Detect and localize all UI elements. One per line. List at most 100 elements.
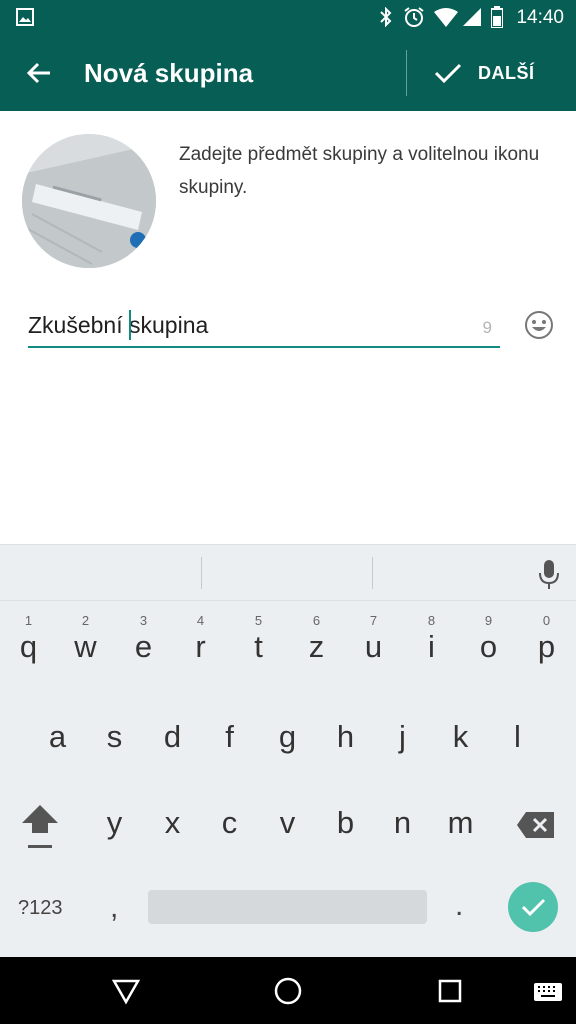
key-label: r	[195, 629, 206, 664]
key-label: p	[537, 629, 556, 664]
key-label: g	[278, 719, 297, 754]
group-icon-photo	[22, 134, 156, 268]
emoji-icon[interactable]	[524, 310, 554, 340]
group-name-value[interactable]: Zkušební skupina	[28, 312, 208, 339]
alarm-icon	[404, 7, 424, 27]
key-j[interactable]: j	[374, 687, 431, 767]
back-triangle-icon[interactable]	[110, 975, 142, 1007]
key-e[interactable]: 3e	[115, 601, 172, 681]
key-label: k	[452, 719, 469, 754]
key-q[interactable]: 1q	[0, 601, 57, 681]
key-label: a	[48, 719, 67, 754]
app-bar-divider	[406, 50, 407, 96]
key-x[interactable]: x	[144, 773, 201, 853]
period-key[interactable]: .	[455, 889, 463, 923]
signal-icon	[463, 8, 481, 26]
symbols-key[interactable]: ?123	[18, 897, 63, 920]
key-label: m	[447, 805, 474, 840]
checkmark-icon	[521, 898, 546, 917]
key-m[interactable]: m	[432, 773, 489, 853]
group-name-input[interactable]: Zkušební skupina 9	[28, 308, 500, 348]
wifi-icon	[434, 8, 458, 27]
key-label: s	[106, 719, 123, 754]
app-bar: Nová skupina DALŠÍ	[0, 34, 576, 111]
key-label: o	[479, 629, 498, 664]
next-button-label: DALŠÍ	[478, 62, 535, 83]
key-hint: 8	[427, 613, 436, 628]
space-bar[interactable]	[148, 890, 427, 924]
key-label: f	[225, 719, 234, 754]
key-h[interactable]: h	[317, 687, 374, 767]
key-area: 1q 2w 3e 4r 5t 6z 7u 8i 9o 0p a s d f g …	[0, 600, 576, 958]
key-hint: 4	[196, 613, 205, 628]
key-label: l	[514, 719, 521, 754]
key-n[interactable]: n	[374, 773, 431, 853]
recents-square-icon[interactable]	[434, 975, 466, 1007]
key-label: w	[74, 629, 97, 664]
bluetooth-icon	[380, 7, 392, 27]
key-f[interactable]: f	[201, 687, 258, 767]
shift-icon[interactable]	[18, 801, 62, 855]
key-c[interactable]: c	[201, 773, 258, 853]
key-i[interactable]: 8i	[403, 601, 460, 681]
key-label: q	[19, 629, 38, 664]
key-label: e	[134, 629, 153, 664]
checkmark-icon	[434, 63, 462, 84]
suggestion-divider	[372, 557, 373, 589]
status-time: 14:40	[516, 7, 564, 28]
key-label: d	[163, 719, 182, 754]
key-o[interactable]: 9o	[460, 601, 517, 681]
key-label: c	[221, 805, 238, 840]
key-label: j	[399, 719, 406, 754]
key-u[interactable]: 7u	[345, 601, 402, 681]
key-label: z	[308, 629, 325, 664]
key-label: i	[428, 629, 435, 664]
key-hint: 0	[542, 613, 551, 628]
keyboard: 1q 2w 3e 4r 5t 6z 7u 8i 9o 0p a s d f g …	[0, 544, 576, 958]
key-hint: 7	[369, 613, 378, 628]
key-hint: 9	[484, 613, 493, 628]
microphone-icon[interactable]	[538, 559, 560, 591]
image-notification-icon	[16, 8, 34, 26]
comma-key[interactable]: ,	[110, 891, 118, 925]
character-counter: 9	[482, 318, 492, 337]
back-arrow-icon[interactable]	[24, 58, 54, 88]
key-label: x	[164, 805, 181, 840]
suggestion-divider	[201, 557, 202, 589]
battery-icon	[491, 6, 503, 28]
group-description-text: Zadejte předmět skupiny a volitelnou iko…	[179, 144, 540, 198]
key-label: h	[336, 719, 355, 754]
key-z[interactable]: 6z	[288, 601, 345, 681]
key-g[interactable]: g	[259, 687, 316, 767]
key-b[interactable]: b	[317, 773, 374, 853]
navigation-bar	[0, 957, 576, 1024]
key-l[interactable]: l	[489, 687, 546, 767]
key-hint: 1	[24, 613, 33, 628]
key-hint: 6	[312, 613, 321, 628]
key-p[interactable]: 0p	[518, 601, 575, 681]
key-d[interactable]: d	[144, 687, 201, 767]
key-hint: 3	[139, 613, 148, 628]
key-k[interactable]: k	[432, 687, 489, 767]
key-v[interactable]: v	[259, 773, 316, 853]
home-circle-icon[interactable]	[272, 975, 304, 1007]
key-label: v	[279, 805, 296, 840]
suggestion-strip	[0, 544, 576, 601]
keyboard-icon[interactable]	[532, 975, 564, 1007]
key-t[interactable]: 5t	[230, 601, 287, 681]
text-cursor	[129, 310, 131, 340]
key-label: b	[336, 805, 355, 840]
next-button[interactable]: DALŠÍ	[434, 58, 535, 88]
key-a[interactable]: a	[29, 687, 86, 767]
key-y[interactable]: y	[86, 773, 143, 853]
enter-button[interactable]	[508, 882, 558, 932]
status-bar: 14:40	[0, 0, 576, 34]
backspace-icon[interactable]	[516, 810, 556, 840]
key-w[interactable]: 2w	[57, 601, 114, 681]
key-hint: 2	[81, 613, 90, 628]
key-r[interactable]: 4r	[172, 601, 229, 681]
key-label: y	[106, 805, 123, 840]
group-icon-picker[interactable]	[22, 134, 156, 268]
key-s[interactable]: s	[86, 687, 143, 767]
page-title: Nová skupina	[84, 58, 254, 88]
